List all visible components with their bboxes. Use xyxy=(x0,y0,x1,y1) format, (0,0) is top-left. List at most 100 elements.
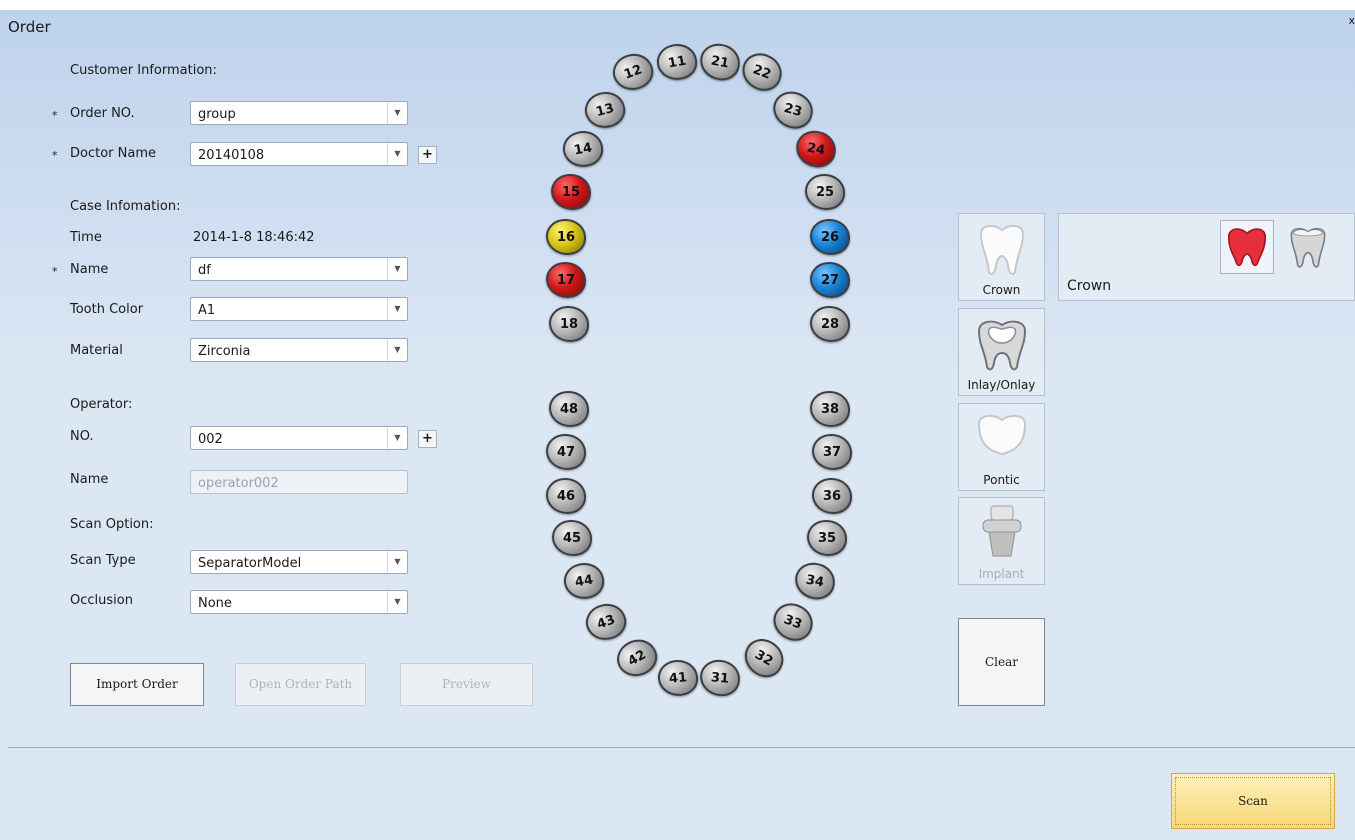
order-no-combo[interactable]: group ▼ xyxy=(190,101,408,125)
tooth-11[interactable]: 11 xyxy=(654,40,700,84)
tooth-33[interactable]: 33 xyxy=(768,598,818,646)
gray-crown-icon xyxy=(1290,227,1326,268)
add-operator-button[interactable]: + xyxy=(418,430,437,448)
tooth-21[interactable]: 21 xyxy=(697,40,743,84)
scan-button[interactable]: Scan xyxy=(1171,773,1335,829)
tooth-12[interactable]: 12 xyxy=(608,48,658,96)
required-icon: * xyxy=(52,149,58,162)
implant-icon xyxy=(982,505,1022,557)
tooth-color-combo[interactable]: A1 ▼ xyxy=(190,297,408,321)
tooth-13[interactable]: 13 xyxy=(581,87,629,133)
restoration-panel: Crown xyxy=(1058,213,1355,301)
close-icon[interactable]: x xyxy=(1348,14,1355,27)
tooth-14[interactable]: 14 xyxy=(560,127,606,171)
inlay-onlay-icon xyxy=(977,320,1027,371)
material-label: Material xyxy=(70,343,123,358)
tooth-34[interactable]: 34 xyxy=(792,559,838,603)
crown-type-label: Crown xyxy=(982,283,1021,297)
dropdown-arrow-icon[interactable]: ▼ xyxy=(387,339,407,361)
panel-title: Crown xyxy=(1067,278,1112,294)
operator-no-label: NO. xyxy=(70,429,94,444)
dropdown-arrow-icon[interactable]: ▼ xyxy=(387,427,407,449)
operator-name-field: operator002 xyxy=(190,470,408,494)
crown-gray-option[interactable] xyxy=(1285,224,1335,274)
pontic-type-button[interactable]: Pontic xyxy=(958,403,1045,491)
add-doctor-button[interactable]: + xyxy=(418,146,437,164)
crown-red-option[interactable] xyxy=(1220,220,1274,274)
tooth-31[interactable]: 31 xyxy=(698,658,742,698)
tooth-35[interactable]: 35 xyxy=(807,520,847,556)
tooth-26[interactable]: 26 xyxy=(810,219,850,255)
tooth-42[interactable]: 42 xyxy=(610,632,664,684)
tooth-25[interactable]: 25 xyxy=(805,174,845,210)
occlusion-value: None xyxy=(198,596,232,611)
scan-type-combo[interactable]: SeparatorModel ▼ xyxy=(190,550,408,574)
window-title: Order xyxy=(8,18,51,36)
tooth-22[interactable]: 22 xyxy=(737,48,787,96)
operator-no-combo[interactable]: 002 ▼ xyxy=(190,426,408,450)
tooth-41[interactable]: 41 xyxy=(656,658,700,698)
material-value: Zirconia xyxy=(198,344,251,359)
tooth-43[interactable]: 43 xyxy=(581,598,631,646)
dropdown-arrow-icon[interactable]: ▼ xyxy=(387,591,407,613)
top-border xyxy=(0,0,1355,10)
footer-divider xyxy=(8,747,1355,748)
tooth-16[interactable]: 16 xyxy=(546,219,586,255)
tooth-47[interactable]: 47 xyxy=(546,434,586,470)
tooth-45[interactable]: 45 xyxy=(552,520,592,556)
tooth-15[interactable]: 15 xyxy=(551,174,591,210)
tooth-23[interactable]: 23 xyxy=(769,87,817,133)
customer-section-title: Customer Information: xyxy=(70,63,217,78)
time-value: 2014-1-8 18:46:42 xyxy=(193,230,315,245)
tooth-17[interactable]: 17 xyxy=(546,262,586,298)
occlusion-label: Occlusion xyxy=(70,593,133,608)
dropdown-arrow-icon[interactable]: ▼ xyxy=(387,102,407,124)
tooth-27[interactable]: 27 xyxy=(810,262,850,298)
scan-type-label: Scan Type xyxy=(70,553,136,568)
tooth-48[interactable]: 48 xyxy=(549,391,589,427)
preview-button[interactable]: Preview xyxy=(400,663,533,706)
required-icon: * xyxy=(52,265,58,278)
tooth-37[interactable]: 37 xyxy=(812,434,852,470)
red-crown-icon xyxy=(1227,228,1267,267)
order-no-label: Order NO. xyxy=(70,106,135,121)
tooth-24[interactable]: 24 xyxy=(793,127,839,171)
case-section-title: Case Infomation: xyxy=(70,199,181,214)
order-no-value: group xyxy=(198,107,236,122)
doctor-name-value: 20140108 xyxy=(198,148,265,163)
scan-button-focus xyxy=(1175,777,1331,825)
dropdown-arrow-icon[interactable]: ▼ xyxy=(387,298,407,320)
inlay-onlay-type-label: Inlay/Onlay xyxy=(967,378,1036,392)
case-name-combo[interactable]: df ▼ xyxy=(190,257,408,281)
scan-option-section-title: Scan Option: xyxy=(70,517,154,532)
implant-type-button[interactable]: Implant xyxy=(958,497,1045,585)
doctor-name-label: Doctor Name xyxy=(70,146,156,161)
dropdown-arrow-icon[interactable]: ▼ xyxy=(387,551,407,573)
dropdown-arrow-icon[interactable]: ▼ xyxy=(387,143,407,165)
inlay-onlay-type-button[interactable]: Inlay/Onlay xyxy=(958,308,1045,396)
case-name-label: Name xyxy=(70,262,109,277)
tooth-28[interactable]: 28 xyxy=(810,306,850,342)
tooth-36[interactable]: 36 xyxy=(812,478,852,514)
occlusion-combo[interactable]: None ▼ xyxy=(190,590,408,614)
pontic-icon xyxy=(977,414,1027,456)
open-order-path-button[interactable]: Open Order Path xyxy=(235,663,366,706)
tooth-38[interactable]: 38 xyxy=(810,391,850,427)
tooth-color-value: A1 xyxy=(198,303,216,318)
implant-type-label: Implant xyxy=(978,567,1025,581)
tooth-color-label: Tooth Color xyxy=(70,302,144,317)
tooth-46[interactable]: 46 xyxy=(546,478,586,514)
doctor-name-combo[interactable]: 20140108 ▼ xyxy=(190,142,408,166)
tooth-18[interactable]: 18 xyxy=(549,306,589,342)
dropdown-arrow-icon[interactable]: ▼ xyxy=(387,258,407,280)
material-combo[interactable]: Zirconia ▼ xyxy=(190,338,408,362)
scan-type-value: SeparatorModel xyxy=(198,556,302,571)
tooth-44[interactable]: 44 xyxy=(561,559,607,603)
case-name-value: df xyxy=(198,263,211,278)
crown-type-button[interactable]: Crown xyxy=(958,213,1045,301)
clear-button[interactable]: Clear xyxy=(958,618,1045,706)
required-icon: * xyxy=(52,109,58,122)
tooth-32[interactable]: 32 xyxy=(737,632,791,684)
import-order-button[interactable]: Import Order xyxy=(70,663,204,706)
pontic-type-label: Pontic xyxy=(983,473,1020,487)
